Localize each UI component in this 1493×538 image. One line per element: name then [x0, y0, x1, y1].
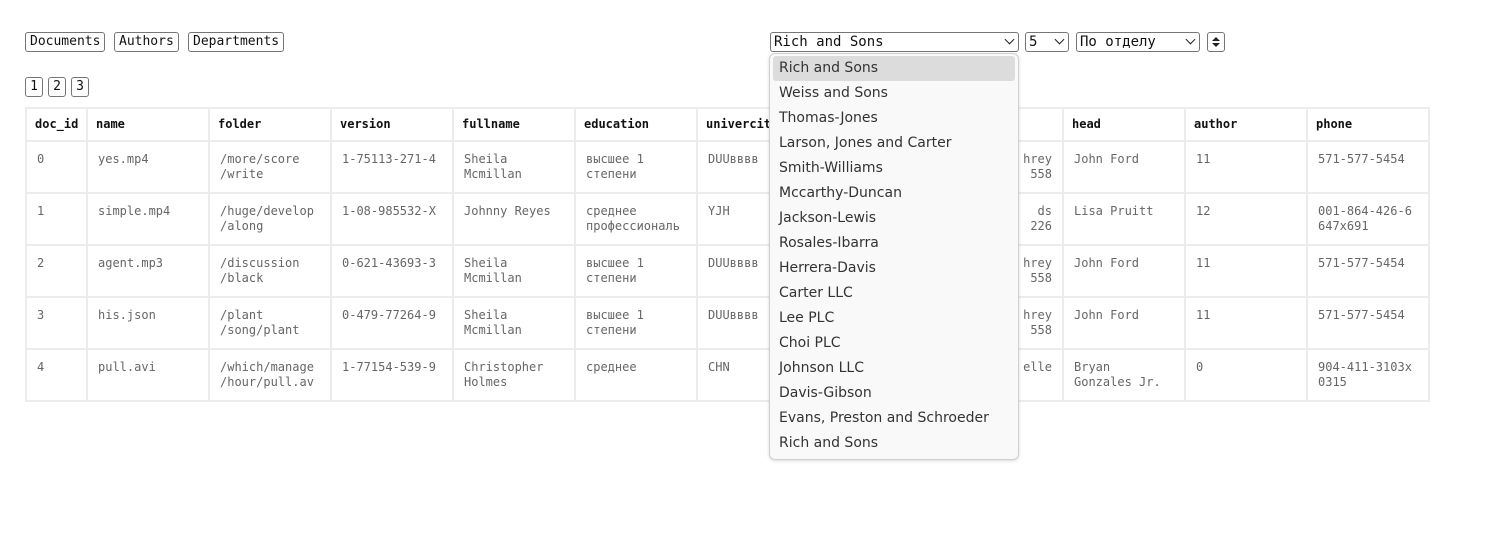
table-row: 4 pull.avi/which/manage /hour/pull.av 1-77… [25, 348, 1430, 402]
table-row: 1 simple.mp4/huge/develop /along 1-08-9855… [25, 192, 1430, 246]
dropdown-option[interactable]: Jackson-Lewis [773, 206, 1015, 231]
table-cell: Bryan Gonzales Jr. [1062, 348, 1186, 402]
table-cell: 571-577-5454 [1306, 244, 1430, 298]
sort-down-icon [1212, 43, 1220, 47]
table-cell: 904-411-3103x 0315 [1306, 348, 1430, 402]
table-cell: John Ford [1062, 244, 1186, 298]
table-row: 2 agent.mp3/discussion /black 0-621-43693-… [25, 244, 1430, 298]
table-cell: 1-77154-539-9 [330, 348, 454, 402]
group-select-value: По отделу [1080, 34, 1156, 50]
table-cell: 3 [25, 296, 88, 350]
company-select-value: Rich and Sons [774, 34, 884, 50]
dropdown-option[interactable]: Smith-Williams [773, 156, 1015, 181]
table-cell: 0-479-77264-9 [330, 296, 454, 350]
table-cell: среднее профессиональ [574, 192, 698, 246]
table-cell: 11 [1184, 140, 1308, 194]
table-cell: John Ford [1062, 140, 1186, 194]
table-cell: 12 [1184, 192, 1308, 246]
table-cell: 571-577-5454 [1306, 140, 1430, 194]
table-cell: 2 [25, 244, 88, 298]
table-cell: John Ford [1062, 296, 1186, 350]
page: Documents Authors Departments Rich and S… [0, 0, 1493, 538]
table-cell: Sheila Mcmillan [452, 140, 576, 194]
dropdown-option[interactable]: Larson, Jones and Carter [773, 131, 1015, 156]
table-cell: 1-08-985532-X [330, 192, 454, 246]
table-cell: 001-864-426-6 647x691 [1306, 192, 1430, 246]
dropdown-option[interactable]: Mccarthy-Duncan [773, 181, 1015, 206]
table-cell: высшее 1 степени [574, 296, 698, 350]
page-1-button[interactable]: 1 [25, 77, 43, 97]
table-cell: yes.mp4 [86, 140, 210, 194]
column-header[interactable]: phone [1306, 107, 1430, 142]
column-header[interactable]: version [330, 107, 454, 142]
column-header[interactable]: name [86, 107, 210, 142]
dropdown-option[interactable]: Herrera-Davis [773, 256, 1015, 281]
table-cell: Christopher Holmes [452, 348, 576, 402]
limit-select-value: 5 [1029, 34, 1038, 50]
table-cell: Lisa Pruitt [1062, 192, 1186, 246]
table-cell: /plant /song/plant [208, 296, 332, 350]
table-cell: 11 [1184, 244, 1308, 298]
table-cell: simple.mp4 [86, 192, 210, 246]
page-3-button[interactable]: 3 [71, 77, 89, 97]
table-cell: среднее [574, 348, 698, 402]
column-header[interactable]: education [574, 107, 698, 142]
departments-button[interactable]: Departments [188, 32, 285, 52]
column-header[interactable]: fullname [452, 107, 576, 142]
dropdown-option[interactable]: Rosales-Ibarra [773, 231, 1015, 256]
table-cell: 4 [25, 348, 88, 402]
chevron-down-icon [1004, 34, 1015, 45]
dropdown-option[interactable]: Evans, Preston and Schroeder [773, 406, 1015, 431]
dropdown-option[interactable]: Davis-Gibson [773, 381, 1015, 406]
dropdown-option[interactable]: Weiss and Sons [773, 81, 1015, 106]
column-header[interactable]: head [1062, 107, 1186, 142]
table-cell: 571-577-5454 [1306, 296, 1430, 350]
table-cell: 0 [1184, 348, 1308, 402]
authors-button[interactable]: Authors [114, 32, 179, 52]
table-cell: pull.avi [86, 348, 210, 402]
dropdown-option[interactable]: Rich and Sons [773, 431, 1015, 456]
documents-button[interactable]: Documents [25, 32, 106, 52]
column-header[interactable]: doc_id [25, 107, 88, 142]
table-cell: /more/score /write [208, 140, 332, 194]
table-cell: his.json [86, 296, 210, 350]
table-cell: /huge/develop /along [208, 192, 332, 246]
table-cell: /discussion /black [208, 244, 332, 298]
table-cell: Sheila Mcmillan [452, 244, 576, 298]
page-2-button[interactable]: 2 [48, 77, 66, 97]
limit-select[interactable]: 5 [1025, 32, 1069, 52]
table-cell: /which/manage /hour/pull.av [208, 348, 332, 402]
table-cell: высшее 1 степени [574, 244, 698, 298]
sort-up-icon [1212, 37, 1220, 41]
column-header[interactable]: folder [208, 107, 332, 142]
table-cell: 11 [1184, 296, 1308, 350]
table-cell: 1 [25, 192, 88, 246]
dropdown-option[interactable]: Choi PLC [773, 331, 1015, 356]
table-row: 3 his.json/plant /song/plant 0-479-77264-9… [25, 296, 1430, 350]
documents-table: doc_id name folder version fullname educ… [25, 107, 1430, 402]
table-cell: высшее 1 степени [574, 140, 698, 194]
table-header-row: doc_id name folder version fullname educ… [25, 107, 1430, 142]
table-cell: Sheila Mcmillan [452, 296, 576, 350]
dropdown-option[interactable]: Johnson LLC [773, 356, 1015, 381]
chevron-down-icon [1054, 34, 1065, 45]
table-row: 0 yes.mp4/more/score /write 1-75113-271-4 S… [25, 140, 1430, 194]
table-cell: 0 [25, 140, 88, 194]
group-select[interactable]: По отделу [1076, 32, 1200, 52]
company-select[interactable]: Rich and Sons [770, 32, 1019, 52]
table-cell: agent.mp3 [86, 244, 210, 298]
dropdown-option[interactable]: Lee PLC [773, 306, 1015, 331]
table-cell: 1-75113-271-4 [330, 140, 454, 194]
chevron-down-icon [1185, 34, 1196, 45]
dropdown-option[interactable]: Rich and Sons [773, 56, 1015, 81]
column-header[interactable]: author [1184, 107, 1308, 142]
sort-toggle-button[interactable] [1207, 32, 1225, 52]
company-dropdown-list: Rich and Sons Weiss and Sons Thomas-Jones L… [769, 53, 1019, 460]
table-cell: Johnny Reyes [452, 192, 576, 246]
dropdown-option[interactable]: Thomas-Jones [773, 106, 1015, 131]
dropdown-option[interactable]: Carter LLC [773, 281, 1015, 306]
table-cell: 0-621-43693-3 [330, 244, 454, 298]
